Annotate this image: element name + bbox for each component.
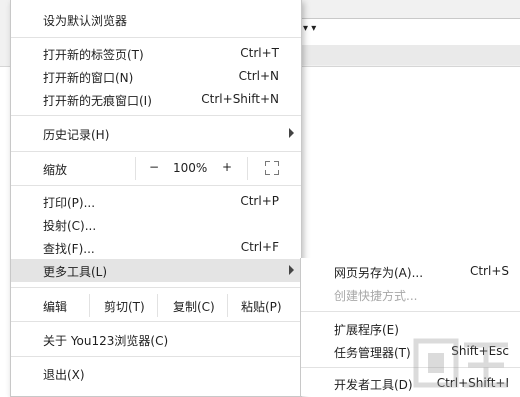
submenu-item-label: 网页另存为(A)... [334, 266, 424, 280]
cut-button[interactable]: 剪切(T) [104, 298, 145, 315]
submenu-item-label: 扩展程序(E) [334, 323, 399, 337]
menu-print[interactable]: 打印(P)... Ctrl+P [11, 190, 301, 213]
zoom-in-button[interactable]: + [222, 160, 232, 174]
toolbar-strip [300, 45, 520, 65]
fullscreen-icon[interactable] [265, 161, 279, 175]
zoom-divider [247, 157, 248, 180]
triangle-right-icon [289, 128, 294, 138]
zoom-label: 缩放 [43, 163, 68, 177]
submenu-separator [301, 311, 520, 312]
copy-button[interactable]: 复制(C) [173, 298, 215, 315]
menu-cast[interactable]: 投射(C)... [11, 213, 301, 236]
menu-shortcut: Ctrl+Shift+N [201, 92, 279, 106]
menu-item-label: 打开新的无痕窗口(I) [43, 94, 152, 108]
edit-divider [227, 294, 228, 317]
menu-separator [11, 37, 301, 38]
menu-item-label: 打开新的窗口(N) [43, 71, 134, 85]
submenu-shortcut: Ctrl+S [469, 264, 509, 278]
menu-shortcut: Ctrl+T [240, 46, 279, 60]
menu-separator [11, 287, 301, 288]
menu-item-label: 打印(P)... [43, 196, 96, 210]
menu-zoom-row: 缩放 − 100% + [11, 157, 301, 180]
submenu-item-label: 开发者工具(D) [334, 378, 413, 392]
menu-edit-row: 编辑 剪切(T) 复制(C) 粘贴(P) [11, 294, 301, 318]
menu-shortcut: Ctrl+P [240, 194, 279, 208]
menu-more-tools[interactable]: 更多工具(L) [11, 259, 301, 282]
submenu-item-label: 创建快捷方式... [334, 289, 418, 303]
menu-find[interactable]: 查找(F)... Ctrl+F [11, 236, 301, 259]
main-menu: 设为默认浏览器 打开新的标签页(T) Ctrl+T 打开新的窗口(N) Ctrl… [10, 0, 302, 397]
paste-button[interactable]: 粘贴(P) [241, 298, 282, 315]
menu-shortcut: Ctrl+N [238, 69, 279, 83]
menu-set-default[interactable]: 设为默认浏览器 [11, 8, 301, 31]
edit-divider [157, 294, 158, 317]
menu-item-label: 查找(F)... [43, 242, 95, 256]
zoom-divider [135, 157, 136, 180]
menu-item-label: 投射(C)... [43, 219, 97, 233]
edit-label: 编辑 [43, 300, 68, 314]
toolbar-field[interactable] [300, 18, 520, 46]
menu-item-label: 关于 You123浏览器(C) [43, 334, 169, 348]
menu-about[interactable]: 关于 You123浏览器(C) [11, 328, 301, 351]
watermark-logo [413, 338, 508, 388]
submenu-item-label: 任务管理器(T) [334, 346, 411, 360]
submenu-save-as[interactable]: 网页另存为(A)... Ctrl+S [301, 261, 520, 283]
menu-new-tab[interactable]: 打开新的标签页(T) Ctrl+T [11, 42, 301, 65]
menu-new-window[interactable]: 打开新的窗口(N) Ctrl+N [11, 65, 301, 88]
menu-new-incognito[interactable]: 打开新的无痕窗口(I) Ctrl+Shift+N [11, 88, 301, 111]
toolbar-dropdown-icon[interactable]: ▾ ▾ [303, 23, 316, 34]
menu-item-label: 打开新的标签页(T) [43, 48, 144, 62]
triangle-right-icon [289, 265, 294, 275]
zoom-out-button[interactable]: − [149, 160, 159, 174]
zoom-value: 100% [173, 161, 208, 175]
submenu-create-shortcut: 创建快捷方式... [301, 284, 520, 306]
menu-separator [11, 115, 301, 116]
menu-item-label: 更多工具(L) [43, 265, 108, 279]
menu-separator [11, 356, 301, 357]
menu-separator [11, 185, 301, 186]
menu-shortcut: Ctrl+F [240, 240, 279, 254]
menu-separator [11, 151, 301, 152]
menu-item-label: 退出(X) [43, 368, 85, 382]
menu-exit[interactable]: 退出(X) [11, 362, 301, 385]
menu-item-label: 设为默认浏览器 [43, 14, 128, 28]
edit-divider [89, 294, 90, 317]
menu-separator [11, 321, 301, 322]
menu-item-label: 历史记录(H) [43, 128, 110, 142]
menu-history[interactable]: 历史记录(H) [11, 122, 301, 145]
